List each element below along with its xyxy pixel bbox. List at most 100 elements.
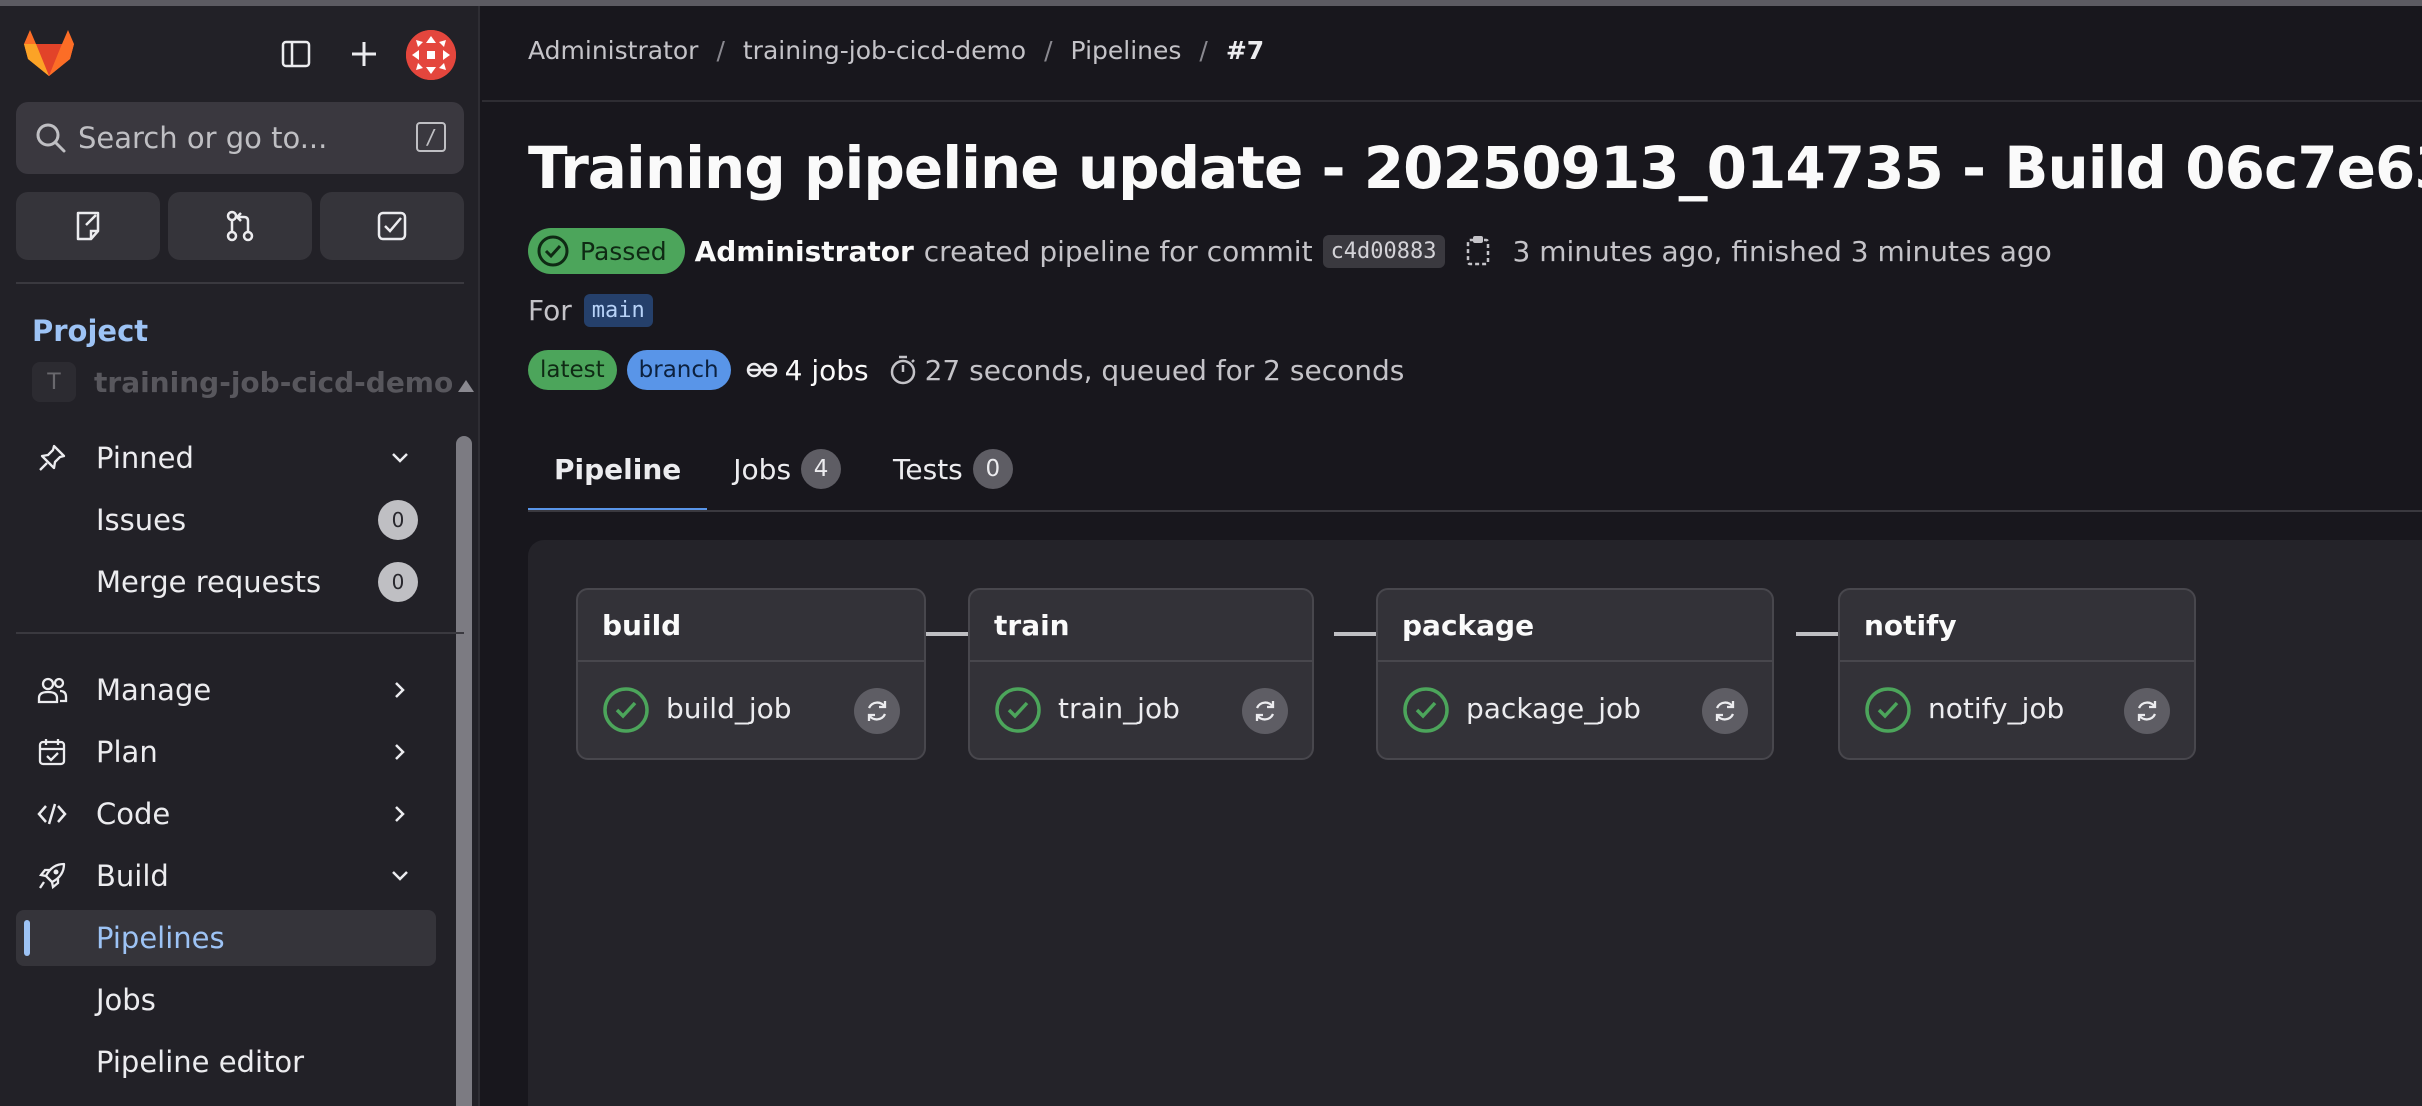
breadcrumb-separator: / [1199, 36, 1208, 65]
todo-checkbox-icon [377, 211, 407, 241]
job-notify[interactable]: notify_job [1840, 662, 2194, 758]
todo-list-button[interactable] [320, 192, 464, 260]
pipeline-ref: For main [528, 294, 653, 327]
gitlab-logo-icon[interactable] [22, 26, 76, 80]
retry-icon [867, 701, 887, 721]
breadcrumb-item[interactable]: Administrator [528, 36, 698, 65]
status-label: Passed [580, 236, 667, 266]
job-name[interactable]: train_job [1058, 692, 1180, 725]
sidebar-item-build[interactable]: Build [16, 848, 436, 904]
tab-count-badge: 0 [972, 449, 1013, 489]
retry-button[interactable] [1702, 688, 1748, 734]
tab-pipeline[interactable]: Pipeline [528, 426, 708, 512]
project-context-item[interactable]: T training-job-cicd-demo [32, 362, 453, 402]
stage-notify: notify notify_job [1838, 588, 2196, 760]
sidebar-item-pinned[interactable]: Pinned [16, 430, 436, 486]
sidebar-item-code[interactable]: Code [16, 786, 436, 842]
sidebar-item-label: Build [96, 859, 169, 893]
search-box[interactable]: Search or go to... / [16, 102, 464, 174]
stage-title: train [970, 590, 1312, 662]
tab-tests[interactable]: Tests 0 [867, 426, 1039, 512]
check-circle-icon [537, 235, 569, 267]
sidebar-item-label: Issues [96, 503, 187, 537]
main-content: Administrator / training-job-cicd-demo /… [482, 6, 2422, 1106]
chevron-down-icon [392, 871, 408, 881]
timer-icon [890, 355, 915, 385]
sidebar-item-pipeline-editor[interactable]: Pipeline editor [16, 1034, 436, 1090]
pipeline-duration: 27 seconds, queued for 2 seconds [924, 353, 1405, 387]
search-icon [36, 123, 66, 153]
sidebar-item-issues[interactable]: Issues 0 [16, 492, 436, 548]
search-placeholder: Search or go to... [78, 121, 328, 155]
pipeline-graph: build build_job train train_job package … [528, 540, 2422, 1106]
sidebar-header [0, 26, 478, 86]
sidebar-item-label: Pipelines [96, 921, 225, 955]
chevron-right-icon [395, 682, 405, 698]
stage-title: build [578, 590, 924, 662]
latest-badge: latest [528, 350, 617, 390]
stage-title: notify [1840, 590, 2194, 662]
plus-icon [352, 42, 376, 66]
chevron-right-icon [395, 806, 405, 822]
sidebar-item-pipelines[interactable]: Pipelines [16, 910, 436, 966]
sidebar-item-merge-requests[interactable]: Merge requests 0 [16, 554, 436, 610]
success-status-icon [603, 687, 649, 733]
stage-connector [1334, 632, 1376, 636]
user-avatar[interactable] [406, 30, 456, 80]
sidebar-item-label: Plan [96, 735, 158, 769]
job-name[interactable]: notify_job [1928, 692, 2064, 725]
job-train[interactable]: train_job [970, 662, 1312, 758]
tabs-divider [528, 510, 2422, 512]
sidebar-item-jobs[interactable]: Jobs [16, 972, 436, 1028]
breadcrumb-item[interactable]: training-job-cicd-demo [743, 36, 1026, 65]
sidebar-item-manage[interactable]: Manage [16, 662, 436, 718]
breadcrumb-current[interactable]: #7 [1226, 36, 1264, 65]
retry-button[interactable] [1242, 688, 1288, 734]
stage-train: train train_job [968, 588, 1314, 760]
merge-requests-button[interactable] [168, 192, 312, 260]
stage-package: package package_job [1376, 588, 1774, 760]
job-build[interactable]: build_job [578, 662, 924, 758]
merge-requests-count-badge: 0 [378, 562, 418, 602]
pipeline-tags: latest branch 4 jobs 27 seconds, queued … [528, 350, 1404, 390]
rocket-icon [38, 862, 66, 890]
breadcrumb: Administrator / training-job-cicd-demo /… [528, 36, 1264, 65]
job-name[interactable]: package_job [1466, 692, 1641, 725]
tab-jobs[interactable]: Jobs 4 [707, 426, 867, 512]
for-label: For [528, 294, 572, 327]
scroll-up-arrow-icon[interactable] [458, 380, 474, 392]
assigned-issues-button[interactable] [16, 192, 160, 260]
active-indicator [24, 920, 30, 956]
sidebar-item-plan[interactable]: Plan [16, 724, 436, 780]
create-new-button[interactable] [342, 32, 386, 76]
sidebar-scrollbar[interactable] [454, 374, 474, 1106]
calendar-icon [38, 739, 66, 766]
sidebar-toggle-icon [281, 40, 311, 68]
pipeline-created-text: created pipeline for commit [923, 234, 1313, 268]
project-avatar: T [32, 362, 76, 402]
branch-badge: branch [626, 350, 731, 390]
pipeline-author[interactable]: Administrator [695, 235, 914, 268]
tab-label: Tests [893, 452, 963, 486]
retry-button[interactable] [2124, 688, 2170, 734]
branch-name[interactable]: main [583, 294, 653, 327]
header-divider [482, 100, 2422, 102]
scrollbar-thumb[interactable] [456, 436, 472, 1106]
sidebar-item-label: Manage [96, 673, 212, 707]
breadcrumb-item[interactable]: Pipelines [1071, 36, 1182, 65]
success-status-icon [995, 687, 1041, 733]
copy-clipboard-icon[interactable] [1463, 234, 1495, 268]
merge-request-icon [226, 210, 254, 242]
sidebar-divider [16, 632, 464, 634]
retry-button[interactable] [854, 688, 900, 734]
sidebar-item-label: Merge requests [96, 565, 322, 599]
search-shortcut-key: / [416, 122, 446, 152]
jobs-count: 4 jobs [784, 353, 869, 387]
tab-count-badge: 4 [801, 449, 842, 489]
job-name[interactable]: build_job [666, 692, 792, 725]
job-package[interactable]: package_job [1378, 662, 1772, 758]
commit-sha[interactable]: c4d00883 [1322, 234, 1445, 268]
retry-icon [1255, 701, 1275, 721]
toggle-sidebar-button[interactable] [274, 32, 318, 76]
status-badge[interactable]: Passed [528, 228, 685, 274]
